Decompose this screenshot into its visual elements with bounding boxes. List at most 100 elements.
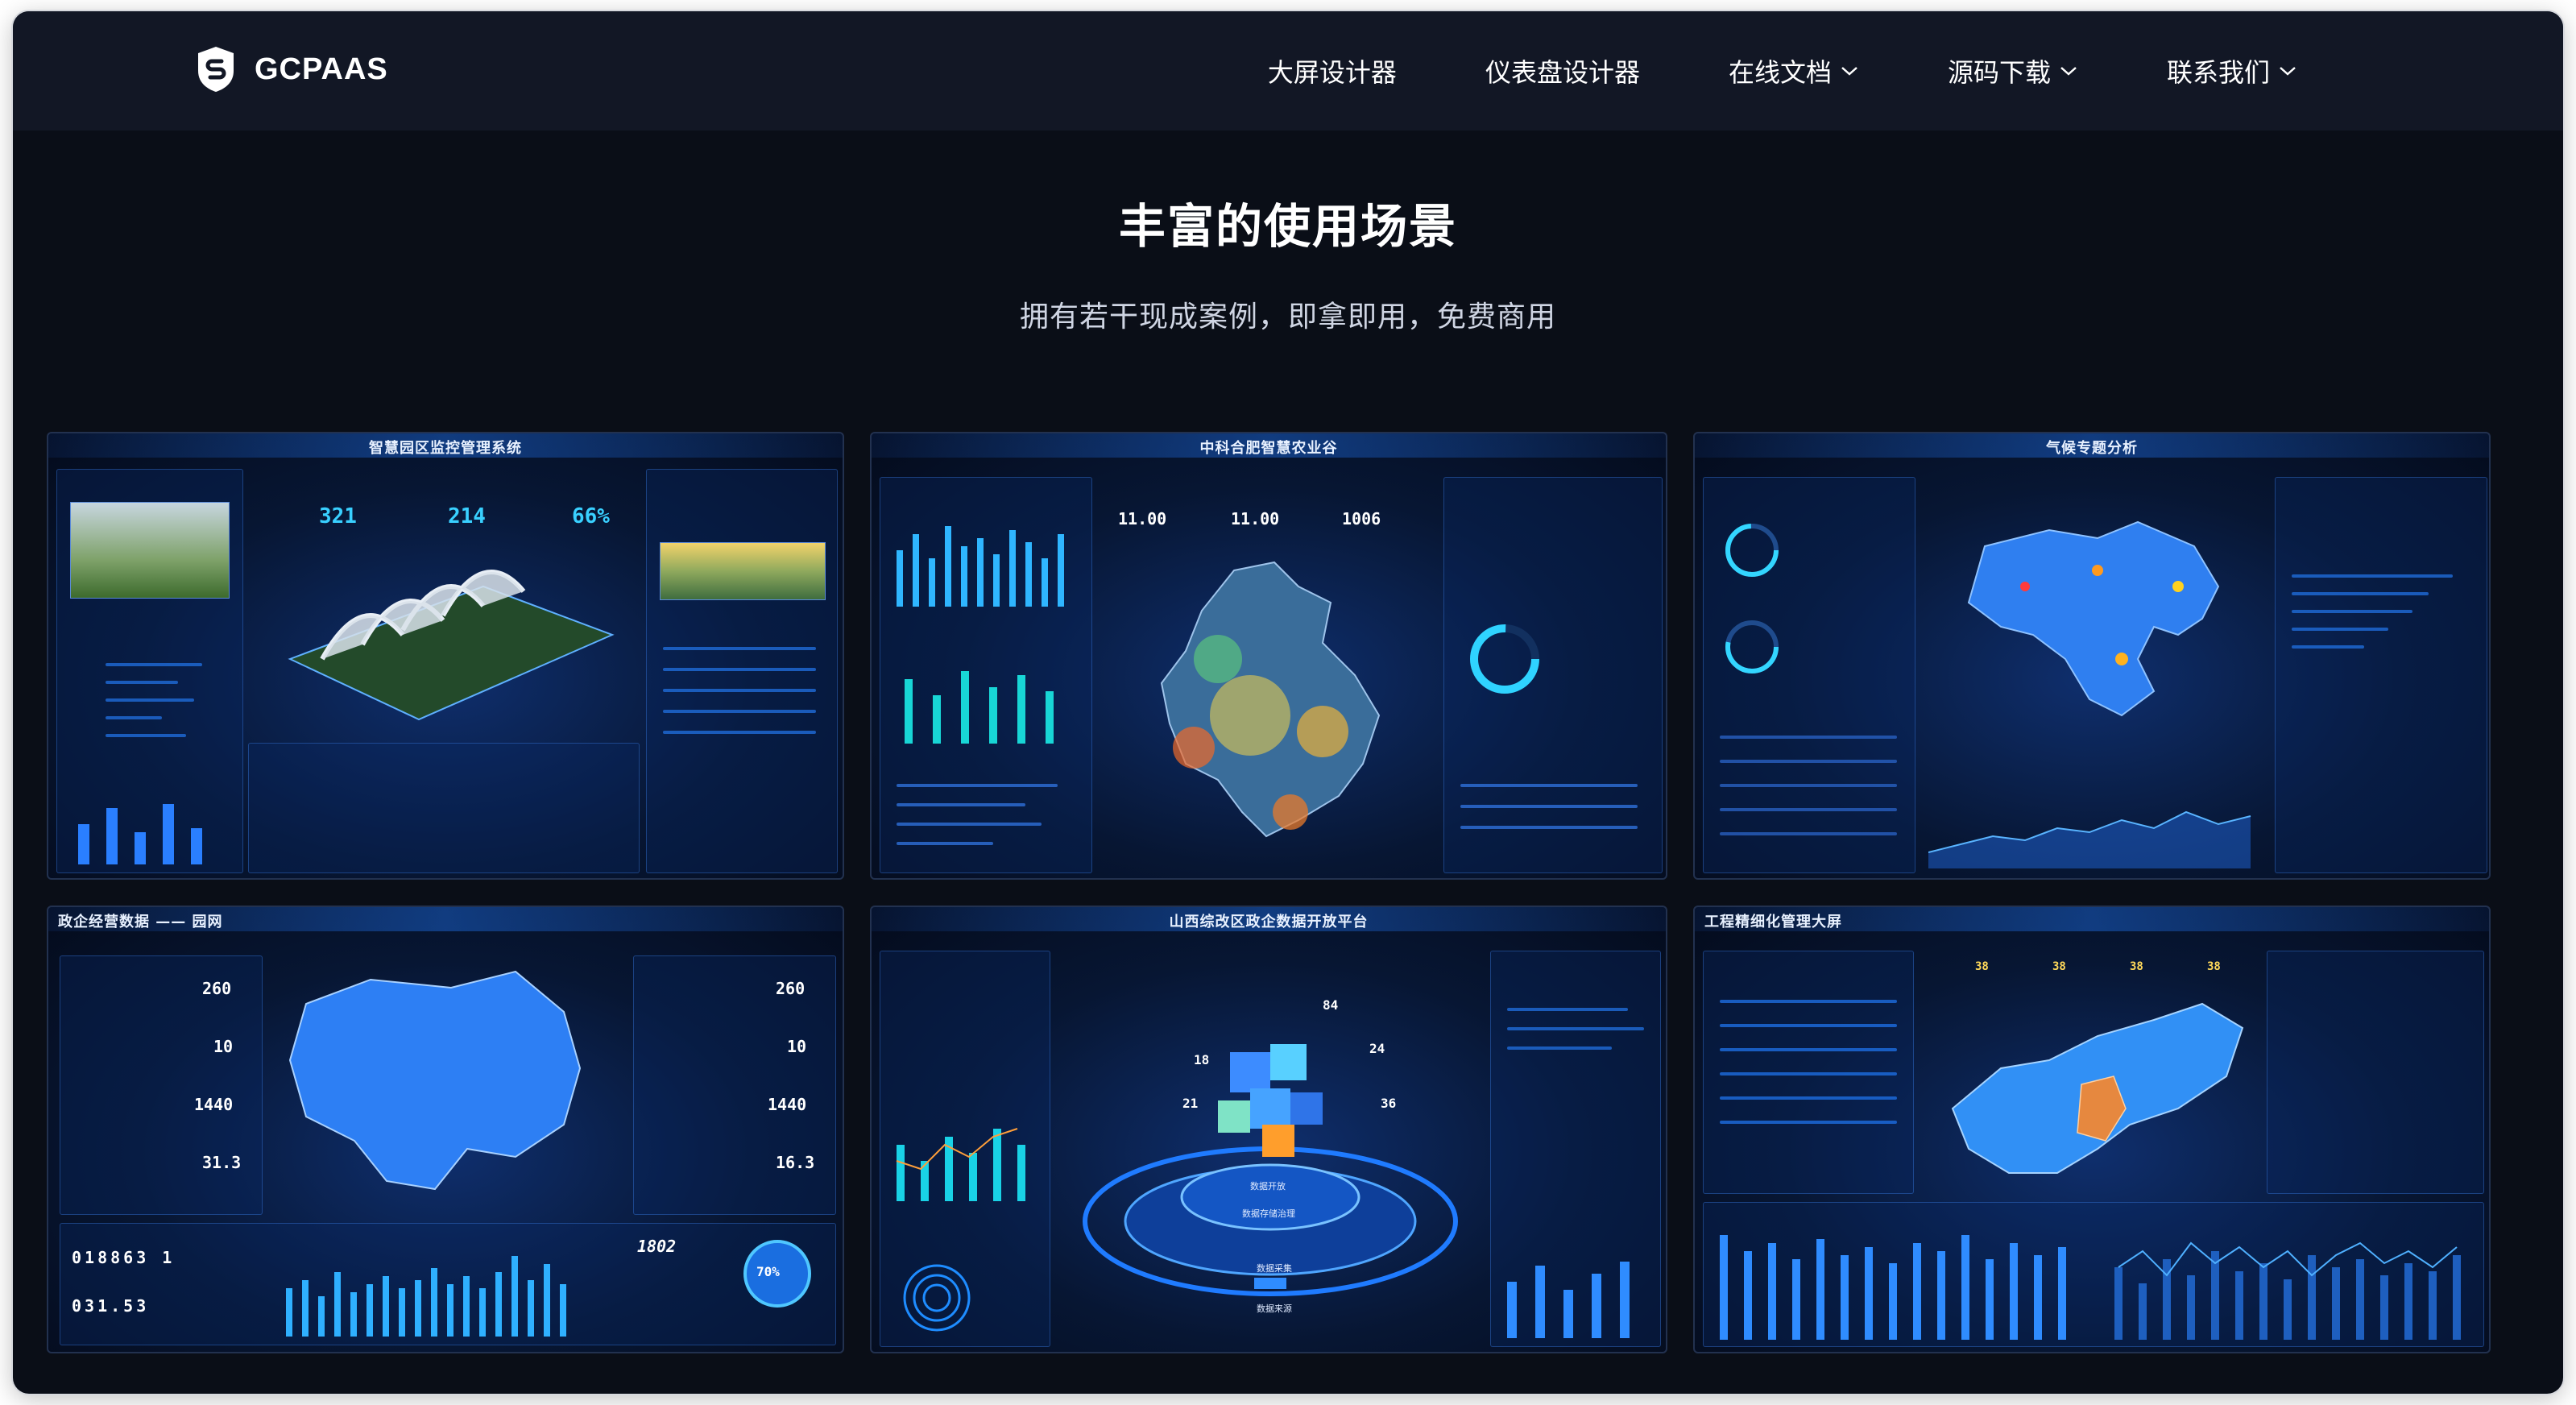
big-number: 1802 — [637, 1237, 677, 1256]
nav-item-source-download[interactable]: 源码下载 — [1948, 52, 2078, 89]
stat-value: 1440 — [768, 1095, 807, 1114]
bar-line-chart — [2114, 1241, 2461, 1340]
nav-label: 联系我们 — [2166, 57, 2270, 88]
bottom-panel — [248, 743, 640, 873]
case-title: 智慧园区监控管理系统 — [369, 440, 522, 457]
left-panel — [1703, 951, 1914, 1194]
stat-value: 84 — [1323, 997, 1339, 1013]
section-subtitle: 拥有若干现成案例，即拿即用，免费商用 — [1019, 300, 1556, 334]
right-panel — [646, 469, 838, 873]
stat-value: 11.00 — [1118, 509, 1167, 528]
brand-logo[interactable]: GCPAAS — [195, 44, 388, 95]
nav-item-contact-us[interactable]: 联系我们 — [2167, 52, 2297, 89]
stat-value: 10 — [787, 1037, 807, 1056]
bar-chart — [905, 671, 1054, 744]
stat-value: 1440 — [194, 1095, 234, 1114]
platform-label: 数据开放 — [1250, 1181, 1286, 1192]
nav-label: 大屏设计器 — [1267, 57, 1397, 88]
stat-value: 214 — [448, 504, 486, 528]
ring-chart — [1725, 620, 1779, 673]
ring-chart — [1725, 524, 1779, 577]
stat-value: 11.00 — [1231, 509, 1280, 528]
gauge-value: 70% — [756, 1264, 780, 1279]
platform-label: 数据存储治理 — [1242, 1208, 1295, 1219]
browser-window: GCPAAS 大屏设计器 仪表盘设计器 在线文档 源码下载 联系我们 丰富的使用… — [13, 11, 2563, 1394]
shield-s-icon — [198, 47, 234, 92]
stat-value: 24 — [1369, 1041, 1385, 1056]
bottom-panel — [1703, 1202, 2484, 1347]
case-title: 中科合肥智慧农业谷 — [1199, 440, 1338, 457]
platform-label: 数据来源 — [1257, 1303, 1292, 1314]
section-title: 丰富的使用场景 — [1118, 199, 1457, 254]
case-title: 政企经营数据 —— 园网 — [58, 914, 223, 930]
stat-value: 66% — [572, 504, 610, 528]
greenhouse-3d-illustration — [288, 570, 615, 721]
stat-value: 38 — [2130, 960, 2143, 973]
case-title: 气候专题分析 — [2046, 440, 2138, 457]
nav-label: 源码下载 — [1947, 57, 2051, 88]
bottom-panel: 018863 1 031.53 1802 70% — [60, 1223, 836, 1345]
case-card-climate-analysis[interactable]: 气候专题分析 — [1693, 432, 2491, 880]
top-navbar: GCPAAS 大屏设计器 仪表盘设计器 在线文档 源码下载 联系我们 — [13, 11, 2563, 131]
case-card-smart-agriculture[interactable]: 中科合肥智慧农业谷 11.00 11.00 1006 — [870, 432, 1667, 880]
stat-value: 38 — [1975, 960, 1989, 973]
stat-value: 21 — [1182, 1096, 1199, 1111]
stat-value: 36 — [1381, 1096, 1397, 1111]
stat-value: 38 — [2052, 960, 2066, 973]
case-card-smart-park[interactable]: 智慧园区监控管理系统 321 214 66% — [47, 432, 844, 880]
case-title: 工程精细化管理大屏 — [1704, 914, 1842, 930]
case-card-open-data-platform[interactable]: 山西综改区政企数据开放平台 84 24 18 21 36 数据开放 数据存储治理… — [870, 906, 1667, 1353]
counter: 031.53 — [72, 1296, 150, 1316]
radial-chart — [903, 1264, 971, 1332]
stat-value: 16.3 — [776, 1153, 815, 1172]
platform-label: 数据采集 — [1257, 1263, 1292, 1274]
ring-chart — [1470, 624, 1539, 694]
bar-chart — [78, 804, 202, 864]
nav-label: 在线文档 — [1728, 57, 1832, 88]
bar-chart — [1720, 1235, 2066, 1340]
right-panel — [1490, 951, 1661, 1347]
case-card-engineering-management[interactable]: 工程精细化管理大屏 38 38 38 38 — [1693, 906, 2491, 1353]
region-map — [1951, 1002, 2244, 1174]
case-card-enterprise-data[interactable]: 政企经营数据 —— 园网 260 10 1440 31.3 260 10 144… — [47, 906, 844, 1353]
main-nav: 大屏设计器 仪表盘设计器 在线文档 源码下载 联系我们 — [1179, 11, 2297, 131]
bar-chart — [286, 1256, 566, 1337]
stat-value: 321 — [319, 504, 357, 528]
heat-map — [1160, 561, 1381, 838]
left-panel — [56, 469, 243, 873]
chevron-down-icon — [2060, 67, 2077, 76]
bar-chart — [896, 1128, 1025, 1201]
counter: 018863 1 — [72, 1248, 176, 1267]
left-panel — [880, 477, 1092, 873]
right-panel — [2275, 477, 2487, 873]
nav-label: 仪表盘设计器 — [1485, 57, 1640, 88]
chevron-down-icon — [1841, 67, 1857, 76]
right-panel — [2267, 951, 2484, 1194]
stat-value: 31.3 — [202, 1153, 242, 1172]
stat-value: 260 — [776, 979, 806, 998]
stat-value: 18 — [1194, 1052, 1210, 1067]
stat-value: 1006 — [1342, 509, 1381, 528]
right-panel — [1443, 477, 1663, 873]
field-photo — [660, 542, 826, 600]
stat-value: 260 — [202, 979, 232, 998]
left-panel — [880, 951, 1050, 1347]
bar-chart — [897, 526, 1064, 607]
nav-item-screen-designer[interactable]: 大屏设计器 — [1268, 52, 1397, 89]
greenhouse-photo — [70, 502, 230, 599]
bar-chart — [1507, 1262, 1630, 1338]
nav-item-online-docs[interactable]: 在线文档 — [1729, 52, 1859, 89]
area-chart — [1928, 810, 2251, 868]
region-map — [1967, 520, 2220, 717]
stat-value: 38 — [2207, 960, 2221, 973]
case-title: 山西综改区政企数据开放平台 — [1169, 914, 1369, 930]
left-panel — [1703, 477, 1915, 873]
platform-3d-illustration — [1083, 1044, 1458, 1296]
brand-name: GCPAAS — [255, 52, 388, 86]
nav-item-dashboard-designer[interactable]: 仪表盘设计器 — [1485, 52, 1640, 89]
right-panel: 260 10 1440 16.3 — [633, 955, 836, 1215]
chevron-down-icon — [2280, 67, 2296, 76]
left-panel: 260 10 1440 31.3 — [60, 955, 263, 1215]
stat-value: 10 — [213, 1037, 234, 1056]
region-map — [288, 970, 582, 1191]
